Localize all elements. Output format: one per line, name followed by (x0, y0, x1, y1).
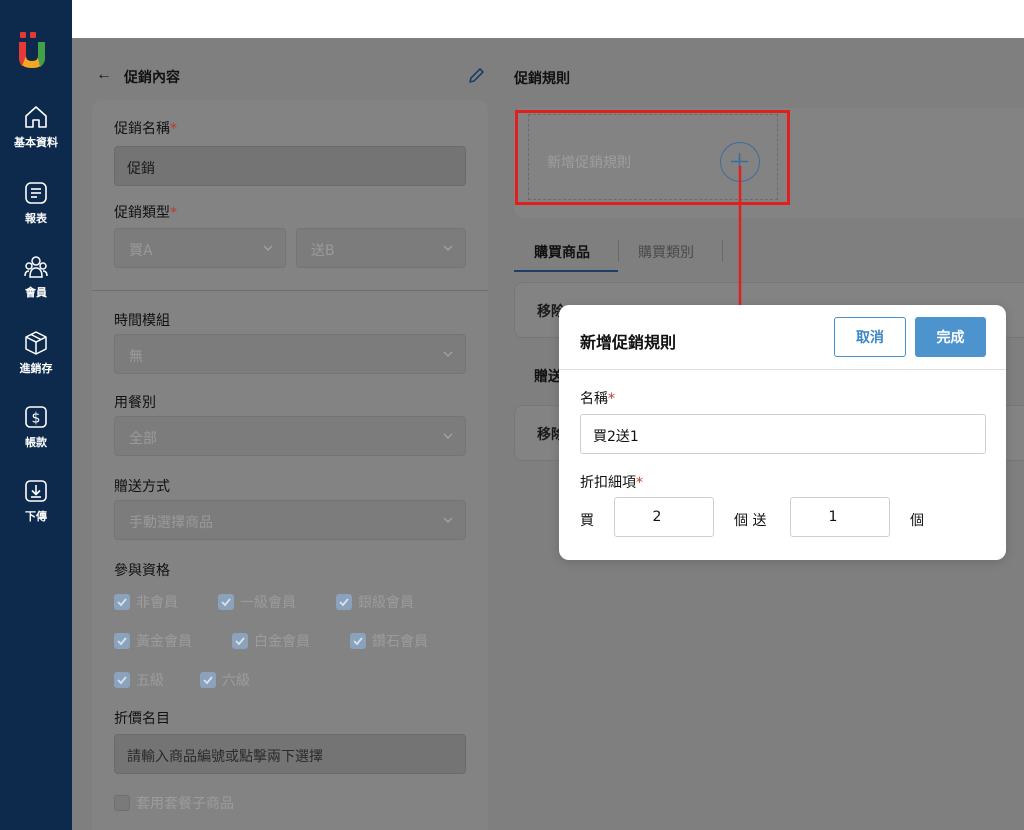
modal-title: 新增促銷規則 (580, 333, 677, 352)
discount-detail-label: 折扣細項* (580, 475, 643, 491)
done-button[interactable]: 完成 (915, 317, 986, 357)
buy-label: 買 (580, 513, 594, 529)
give-label: 個 送 (734, 513, 767, 529)
modal-divider (559, 369, 1006, 370)
unit-label: 個 (910, 513, 924, 529)
add-rule-modal: 新增促銷規則 取消 完成 名稱* 買2送1 折扣細項* 買 2 個 送 1 個 (559, 305, 1006, 560)
name-label: 名稱* (580, 391, 615, 407)
give-quantity-input[interactable]: 1 (790, 497, 890, 537)
cancel-button[interactable]: 取消 (834, 317, 906, 357)
name-input[interactable]: 買2送1 (580, 414, 986, 454)
buy-quantity-input[interactable]: 2 (614, 497, 714, 537)
